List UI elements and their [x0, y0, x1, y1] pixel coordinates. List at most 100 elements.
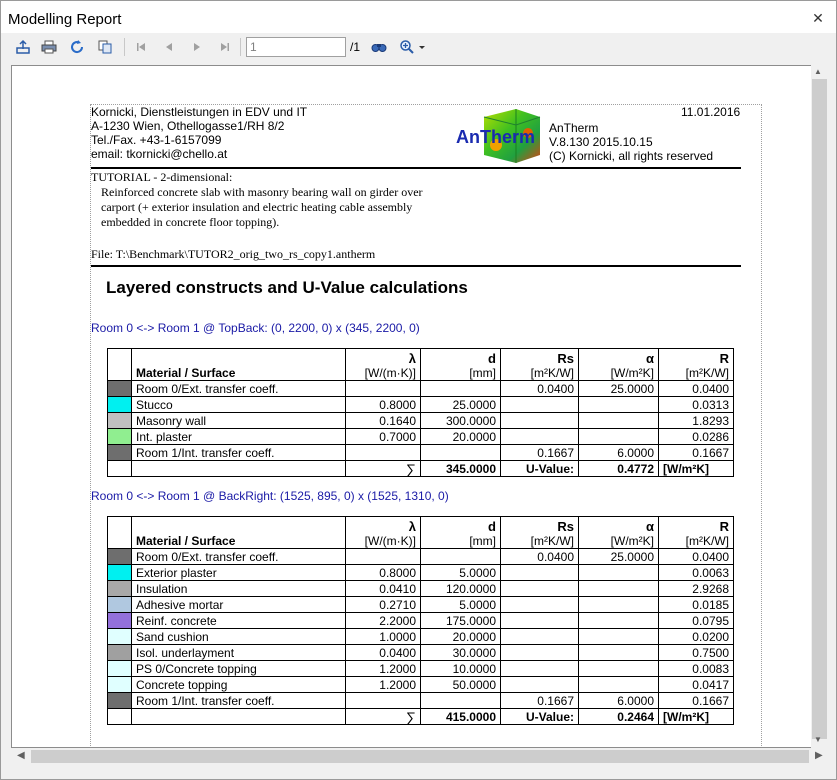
- header-material: Material / Surface: [131, 516, 346, 549]
- scroll-down-icon[interactable]: ▼: [814, 735, 822, 744]
- report-window: Modelling Report ✕ /1: [0, 0, 837, 780]
- file-rule: [91, 265, 741, 267]
- r-value: 0.0400: [658, 548, 734, 565]
- print-icon[interactable]: [39, 37, 59, 57]
- total-thickness: 345.0000: [420, 460, 501, 477]
- zoom-icon[interactable]: [397, 37, 429, 57]
- rs-value: [500, 396, 579, 413]
- table-row: Exterior plaster 0.8000 5.0000 0.0063: [107, 564, 734, 581]
- header-rule: [91, 167, 741, 169]
- product-copyright: (C) Kornicki, all rights reserved: [549, 149, 714, 163]
- u-value-label: U-Value:: [500, 708, 579, 725]
- table-row: Room 0/Ext. transfer coeff. 0.0400 25.0000…: [107, 548, 734, 565]
- toolbar: /1: [1, 34, 836, 60]
- u-value-unit: [W/m²K]: [658, 460, 734, 477]
- d-value: [420, 692, 501, 709]
- room-caption: Room 0 <-> Room 1 @ BackRight: (1525, 89…: [91, 489, 449, 503]
- header-r: R [m²K/W]: [658, 516, 734, 549]
- u-value-label: U-Value:: [500, 460, 579, 477]
- alpha-value: [578, 580, 659, 597]
- scroll-left-icon[interactable]: ◀: [17, 750, 25, 761]
- export-icon[interactable]: [13, 37, 33, 57]
- r-value: 0.0417: [658, 676, 734, 693]
- scroll-up-icon[interactable]: ▲: [814, 67, 822, 76]
- header-material: Material / Surface: [131, 348, 346, 381]
- header-symbol: d: [488, 351, 496, 366]
- header-unit: [mm]: [469, 534, 496, 548]
- table-row: Room 0/Ext. transfer coeff. 0.0400 25.0000…: [107, 380, 734, 397]
- d-value: 30.0000: [420, 644, 501, 661]
- rs-value: [500, 580, 579, 597]
- sum-symbol: ∑: [345, 708, 421, 725]
- vertical-scroll-thumb[interactable]: [812, 79, 827, 739]
- horizontal-scrollbar[interactable]: ◀ ▶: [11, 748, 829, 766]
- header-cell: [107, 516, 132, 549]
- alpha-value: 6.0000: [578, 692, 659, 709]
- next-page-icon[interactable]: [187, 37, 207, 57]
- scroll-right-icon[interactable]: ▶: [815, 750, 823, 761]
- header-symbol: R: [719, 519, 729, 534]
- page-number-input[interactable]: [246, 37, 346, 57]
- rs-value: 0.1667: [500, 692, 579, 709]
- alpha-value: [578, 676, 659, 693]
- company-name: Kornicki, Dienstleistungen in EDV und IT: [91, 105, 308, 119]
- alpha-value: [578, 564, 659, 581]
- lambda-value: 0.0400: [345, 644, 421, 661]
- horizontal-scroll-thumb[interactable]: [31, 750, 809, 763]
- prev-page-icon[interactable]: [159, 37, 179, 57]
- d-value: 20.0000: [420, 628, 501, 645]
- d-value: [420, 380, 501, 397]
- r-value: 0.1667: [658, 692, 734, 709]
- header-symbol: Rs: [557, 351, 574, 366]
- material-name: Concrete topping: [131, 676, 346, 693]
- material-name: Reinf. concrete: [131, 612, 346, 629]
- rs-value: [500, 596, 579, 613]
- vertical-scrollbar[interactable]: ▲ ▼: [811, 65, 829, 748]
- material-name: Stucco: [131, 396, 346, 413]
- last-page-icon[interactable]: [215, 37, 235, 57]
- material-swatch: [107, 660, 132, 677]
- table-row: PS 0/Concrete topping 1.2000 10.0000 0.0083: [107, 660, 734, 677]
- page-total: /1: [350, 40, 361, 54]
- lambda-value: 0.8000: [345, 396, 421, 413]
- material-name: Exterior plaster: [131, 564, 346, 581]
- r-value: 2.9268: [658, 580, 734, 597]
- table-row: Insulation 0.0410 120.0000 2.9268: [107, 580, 734, 597]
- alpha-value: 25.0000: [578, 548, 659, 565]
- toolbar-separator: [240, 38, 241, 56]
- material-name: Room 1/Int. transfer coeff.: [131, 692, 346, 709]
- rs-value: [500, 612, 579, 629]
- alpha-value: [578, 612, 659, 629]
- toolbar-separator: [124, 38, 125, 56]
- material-name: Int. plaster: [131, 428, 346, 445]
- header-symbol: d: [488, 519, 496, 534]
- total-thickness: 415.0000: [420, 708, 501, 725]
- header-symbol: λ: [408, 519, 416, 534]
- table-header-row: Material / Surface λ [W/(m·K)] d [mm] Rs [m²K/…: [107, 348, 734, 381]
- first-page-icon[interactable]: [131, 37, 151, 57]
- product-name: AnTherm: [549, 121, 599, 135]
- find-icon[interactable]: [369, 37, 389, 57]
- rs-value: 0.0400: [500, 380, 579, 397]
- lambda-value: [345, 444, 421, 461]
- tutorial-desc-line: embedded in concrete floor topping).: [101, 215, 280, 229]
- lambda-value: 1.0000: [345, 628, 421, 645]
- refresh-icon[interactable]: [67, 37, 87, 57]
- copy-icon[interactable]: [95, 37, 115, 57]
- total-cell: [107, 460, 132, 477]
- section-title: Layered constructs and U-Value calculati…: [106, 278, 468, 297]
- sum-symbol: ∑: [345, 460, 421, 477]
- lambda-value: 1.2000: [345, 660, 421, 677]
- table-row: Adhesive mortar 0.2710 5.0000 0.0185: [107, 596, 734, 613]
- close-icon[interactable]: ✕: [812, 11, 824, 25]
- d-value: [420, 444, 501, 461]
- material-swatch: [107, 564, 132, 581]
- header-unit: [m²K/W]: [530, 534, 574, 548]
- header-unit: [m²K/W]: [685, 366, 729, 380]
- report-page: Kornicki, Dienstleistungen in EDV und IT…: [90, 104, 762, 747]
- d-value: 175.0000: [420, 612, 501, 629]
- d-value: 5.0000: [420, 596, 501, 613]
- report-viewport[interactable]: Kornicki, Dienstleistungen in EDV und IT…: [11, 65, 823, 748]
- table-row: Reinf. concrete 2.2000 175.0000 0.0795: [107, 612, 734, 629]
- lambda-value: 0.7000: [345, 428, 421, 445]
